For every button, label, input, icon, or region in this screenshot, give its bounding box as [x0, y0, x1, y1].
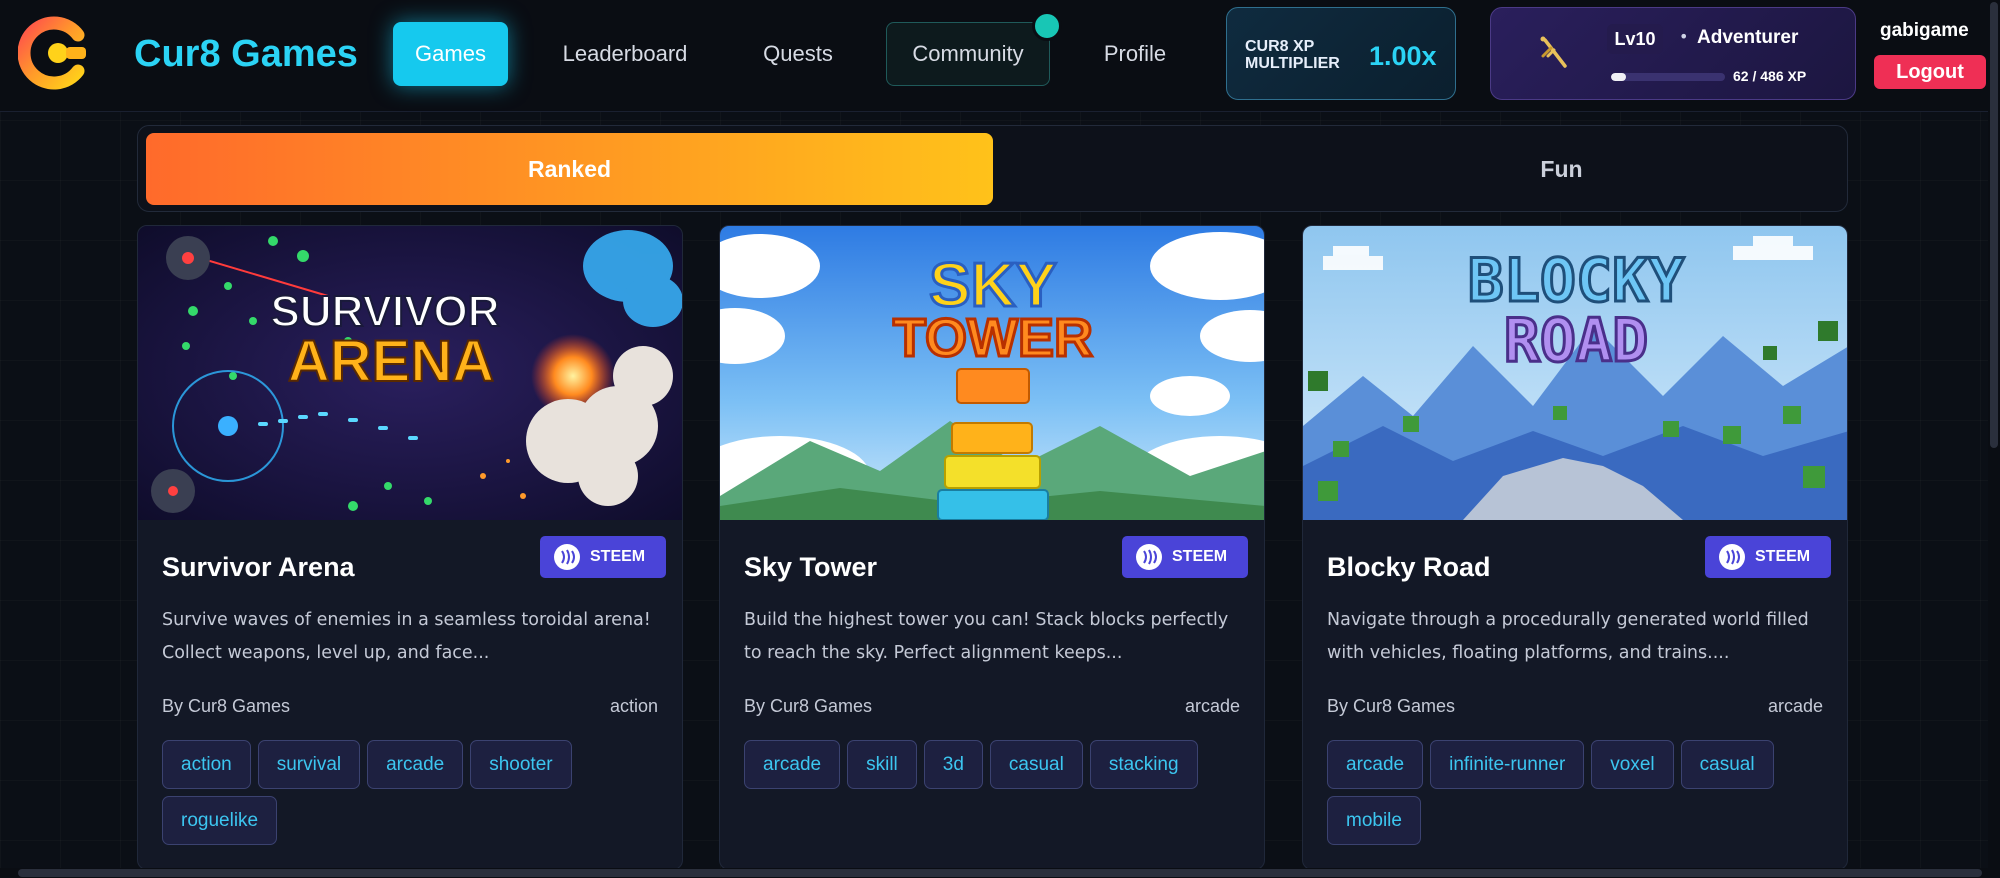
level-card[interactable]: Lv10 • Adventurer 62 / 486 XP [1490, 7, 1856, 100]
game-title[interactable]: Blocky Road [1327, 552, 1491, 583]
tag[interactable]: survival [257, 740, 361, 789]
game-card-sky-tower[interactable]: SKY TOWER Sky Tower STEEM Build the high… [719, 225, 1265, 870]
game-author: By Cur8 Games [744, 696, 873, 716]
cur8-logo-icon[interactable] [17, 13, 98, 93]
xp-multiplier-value: 1.00x [1369, 41, 1437, 71]
tag[interactable]: 3d [923, 740, 983, 789]
game-card-survivor-arena[interactable]: SURVIVOR ARENA Survivor Arena STEEM Surv… [137, 225, 683, 870]
game-author: By Cur8 Games [162, 696, 291, 716]
sky-tower-art-title-line2: TOWER [893, 308, 1093, 368]
level-title: Adventurer [1697, 27, 1799, 48]
brand-name[interactable]: Cur8 Games [134, 33, 358, 76]
game-description: Survive waves of enemies in a seamless t… [162, 610, 651, 663]
game-description: Build the highest tower you can! Stack b… [744, 610, 1229, 663]
tag[interactable]: action [162, 740, 251, 789]
mode-toggle: Ranked Fun [137, 125, 1848, 212]
tag[interactable]: arcade [744, 740, 841, 789]
horizontal-scrollbar[interactable] [0, 868, 1988, 878]
tag-list: arcade skill 3d casual stacking [744, 740, 1254, 789]
game-genre: action [609, 696, 658, 716]
xp-progress-bar [1611, 73, 1725, 81]
tab-fun[interactable]: Fun [1138, 133, 1985, 205]
game-genre: arcade [1184, 696, 1240, 716]
vertical-scrollbar[interactable] [1988, 0, 2000, 878]
logout-button[interactable]: Logout [1874, 55, 1986, 89]
tag-list: arcade infinite-runner voxel casual mobi… [1327, 740, 1837, 845]
game-card-blocky-road[interactable]: BLOCKY ROAD Blocky Road STEEM Navigate t… [1302, 225, 1848, 870]
nav-leaderboard[interactable]: Leaderboard [540, 22, 710, 86]
game-title[interactable]: Sky Tower [744, 552, 877, 583]
tag[interactable]: casual [1680, 740, 1774, 789]
steem-badge[interactable]: STEEM [540, 536, 666, 578]
game-description: Navigate through a procedurally generate… [1327, 610, 1809, 663]
nav-games[interactable]: Games [393, 22, 508, 86]
steem-label: STEEM [1755, 548, 1811, 565]
top-navbar: Cur8 Games Games Leaderboard Quests Comm… [0, 0, 2000, 112]
tag-list: action survival arcade shooter roguelike [162, 740, 672, 845]
community-notification-dot [1032, 11, 1062, 41]
steem-badge[interactable]: STEEM [1705, 536, 1831, 578]
survivor-arena-art-title-line2: ARENA [288, 329, 494, 394]
xp-multiplier-label: CUR8 XP MULTIPLIER [1245, 38, 1340, 72]
steem-badge[interactable]: STEEM [1122, 536, 1248, 578]
game-author: By Cur8 Games [1327, 696, 1456, 716]
xp-progress-fill [1611, 73, 1626, 81]
vertical-scrollbar-thumb[interactable] [1990, 2, 1998, 448]
nav-profile[interactable]: Profile [1090, 22, 1180, 86]
tab-ranked[interactable]: Ranked [146, 133, 993, 205]
tag[interactable]: skill [847, 740, 917, 789]
sky-tower-thumbnail[interactable]: SKY TOWER [720, 226, 1265, 520]
nav-quests[interactable]: Quests [748, 22, 848, 86]
tag[interactable]: mobile [1327, 796, 1421, 845]
tag[interactable]: arcade [367, 740, 464, 789]
tag[interactable]: arcade [1327, 740, 1424, 789]
level-badge: Lv10 [1607, 24, 1663, 54]
steem-icon [554, 544, 580, 570]
horizontal-scrollbar-thumb[interactable] [18, 869, 1982, 877]
nav-community[interactable]: Community [886, 22, 1050, 86]
xp-multiplier-card: CUR8 XP MULTIPLIER 1.00x [1226, 7, 1456, 100]
survivor-arena-thumbnail[interactable]: SURVIVOR ARENA [138, 226, 683, 520]
sword-icon [1537, 36, 1573, 72]
tag[interactable]: voxel [1591, 740, 1674, 789]
steem-label: STEEM [590, 548, 646, 565]
tag[interactable]: stacking [1089, 740, 1198, 789]
tag[interactable]: shooter [470, 740, 572, 789]
level-separator: • [1679, 27, 1689, 46]
game-genre: arcade [1767, 696, 1823, 716]
steem-icon [1719, 544, 1745, 570]
steem-icon [1136, 544, 1162, 570]
username[interactable]: gabigame [1880, 20, 1969, 42]
blocky-road-art-title-line2: ROAD [1504, 306, 1649, 376]
xp-progress-text: 62 / 486 XP [1733, 68, 1807, 84]
steem-label: STEEM [1172, 548, 1228, 565]
tag[interactable]: casual [989, 740, 1083, 789]
game-title[interactable]: Survivor Arena [162, 552, 355, 583]
blocky-road-thumbnail[interactable]: BLOCKY ROAD [1303, 226, 1848, 520]
tag[interactable]: roguelike [162, 796, 278, 845]
tag[interactable]: infinite-runner [1430, 740, 1585, 789]
